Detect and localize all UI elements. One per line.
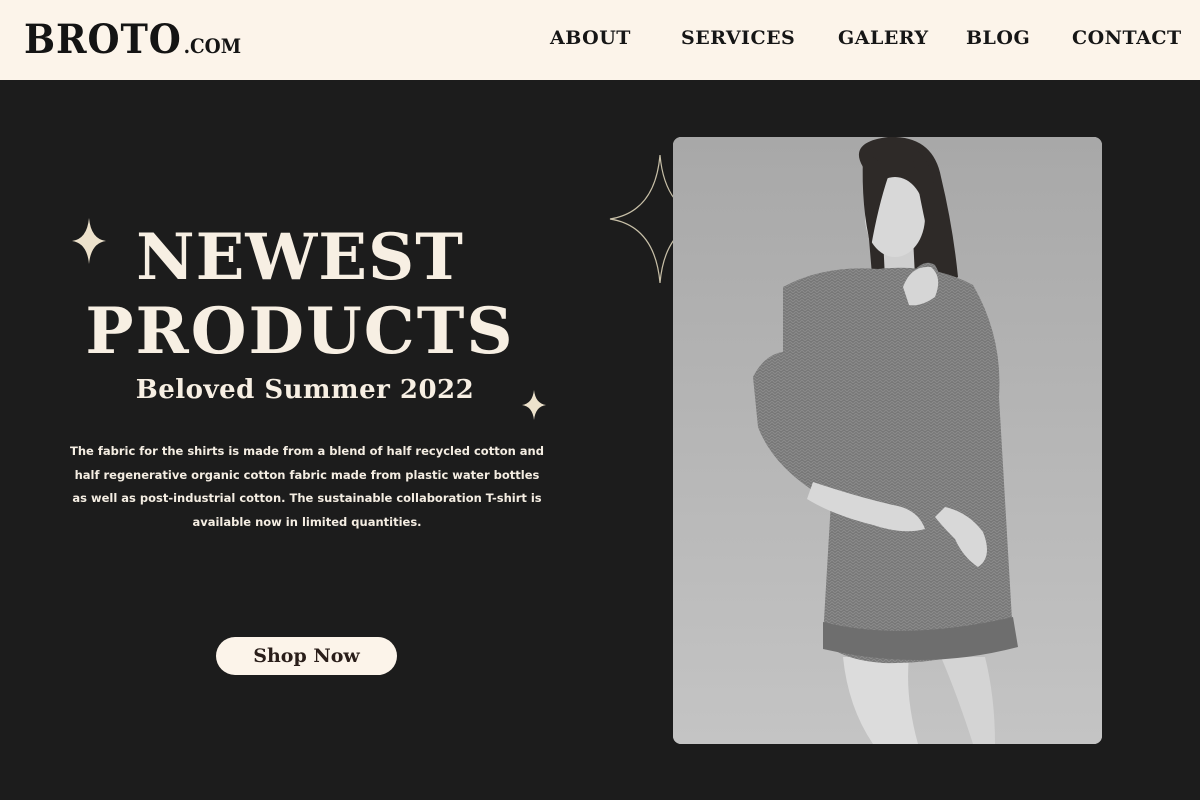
hero-title-line-1: NEWEST <box>136 220 464 295</box>
site-header: BROTO.COM ABOUT SERVICES GALERY BLOG CON… <box>0 0 1200 80</box>
nav-link-services[interactable]: SERVICES <box>681 27 795 49</box>
nav-link-about[interactable]: ABOUT <box>550 27 631 49</box>
model-photo <box>673 137 1102 744</box>
hero-description: The fabric for the shirts is made from a… <box>70 444 544 529</box>
nav-link-contact[interactable]: CONTACT <box>1072 27 1182 49</box>
site-logo[interactable]: BROTO.COM <box>24 18 241 68</box>
nav-link-galery[interactable]: GALERY <box>838 27 929 49</box>
nav-link-blog[interactable]: BLOG <box>966 27 1030 49</box>
hero-subtitle: Beloved Summer 2022 <box>135 375 475 405</box>
hero-title-line-2: PRODUCTS <box>85 294 515 369</box>
shop-now-button[interactable]: Shop Now <box>216 637 397 675</box>
logo-suffix: .COM <box>183 34 242 58</box>
logo-text: BROTO <box>24 16 182 63</box>
product-photo <box>673 137 1102 744</box>
